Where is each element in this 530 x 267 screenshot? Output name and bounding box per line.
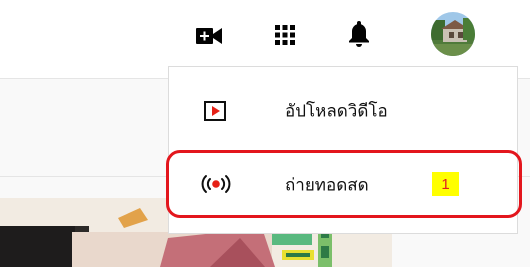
apps-grid-icon[interactable] xyxy=(275,25,295,45)
upload-video-icon xyxy=(204,101,226,121)
video-camera-plus-icon[interactable] xyxy=(196,26,222,46)
menu-item-upload-video[interactable]: อัปโหลดวิดีโอ xyxy=(169,83,517,139)
bell-icon[interactable] xyxy=(349,21,369,47)
step-badge: 1 xyxy=(432,172,459,196)
highlight-callout xyxy=(166,150,522,218)
avatar[interactable] xyxy=(431,12,475,56)
menu-item-label: อัปโหลดวิดีโอ xyxy=(285,101,388,122)
